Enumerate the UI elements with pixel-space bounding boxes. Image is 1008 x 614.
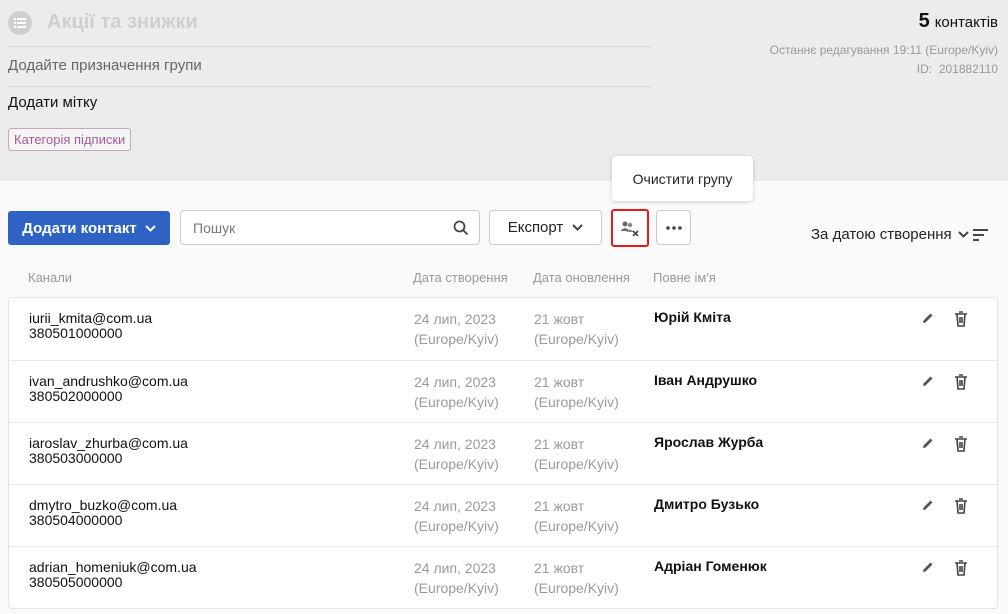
column-header-channels: Канали [28,270,73,285]
updated-date: 21 жовт (Europe/Kyiv) [534,560,619,596]
export-button[interactable]: Експорт [489,210,602,245]
updated-date: 21 жовт (Europe/Kyiv) [534,436,619,472]
group-title[interactable]: Акції та знижки [47,11,198,34]
pencil-icon[interactable] [921,560,935,574]
contact-phone: 380503000000 [29,450,123,466]
tag-chip[interactable]: Категорія підписки [8,128,132,151]
sort-lines-icon[interactable] [973,229,989,241]
list-icon [8,11,32,35]
divider [8,46,652,47]
contact-phone: 380505000000 [29,574,123,590]
clear-group-tooltip: Очистити групу [612,156,753,201]
created-date: 24 лип, 2023 (Europe/Kyiv) [414,560,499,596]
contact-email: iaroslav_zhurba@com.ua [29,435,188,451]
contact-name: Іван Андрушко [654,372,758,388]
last-edited-text: Останнє редагування 19:11 (Europe/Kyiv) [769,43,998,57]
updated-date: 21 жовт (Europe/Kyiv) [534,311,619,347]
group-id-value: 201882110 [938,62,998,76]
updated-date: 21 жовт (Europe/Kyiv) [534,498,619,534]
contact-email: dmytro_buzko@com.ua [29,497,178,513]
more-horizontal-icon [665,225,682,230]
contact-count-label: контактів [934,14,998,31]
trash-icon[interactable] [952,373,970,391]
table-row[interactable]: iaroslav_zhurba@com.ua 380503000000 24 л… [9,422,997,484]
divider [8,86,652,87]
clear-group-button[interactable] [611,209,649,247]
pencil-icon[interactable] [921,498,935,512]
group-id: ID: 201882110 [917,62,998,76]
contact-email: adrian_homeniuk@com.ua [29,559,197,575]
contact-email: ivan_andrushko@com.ua [29,373,188,389]
contact-name: Ярослав Журба [654,434,764,450]
created-date: 24 лип, 2023 (Europe/Kyiv) [414,311,499,347]
trash-icon[interactable] [952,310,970,328]
sort-dropdown[interactable]: За датою створення [811,226,969,243]
users-remove-icon [620,221,639,236]
pencil-icon[interactable] [921,311,935,325]
updated-date: 21 жовт (Europe/Kyiv) [534,374,619,410]
contacts-table: iurii_kmita@com.ua 380501000000 24 лип, … [8,297,998,609]
search-box[interactable] [180,210,480,245]
table-row[interactable]: dmytro_buzko@com.ua 380504000000 24 лип,… [9,484,997,546]
column-header-updated[interactable]: Дата оновлення [533,270,630,285]
group-purpose-field[interactable]: Додайте призначення групи [8,57,202,74]
contact-name: Юрій Кміта [654,309,731,325]
group-id-label: ID: [916,62,933,76]
created-date: 24 лип, 2023 (Europe/Kyiv) [414,498,499,534]
search-icon[interactable] [453,220,469,236]
contact-phone: 380504000000 [29,512,123,528]
add-contact-label: Додати контакт [22,219,137,237]
contact-phone: 380502000000 [29,388,123,404]
chevron-down-icon [572,224,584,231]
created-date: 24 лип, 2023 (Europe/Kyiv) [414,374,499,410]
trash-icon[interactable] [952,559,970,577]
group-header: Акції та знижки Додайте призначення груп… [0,0,1008,181]
sort-label: За датою створення [811,226,952,243]
add-contact-button[interactable]: Додати контакт [8,211,170,245]
contact-count: 5 контактів [919,10,998,33]
column-header-created[interactable]: Дата створення [413,270,508,285]
chevron-down-icon [957,231,969,238]
table-row[interactable]: iurii_kmita@com.ua 380501000000 24 лип, … [9,298,997,360]
chevron-down-icon [145,224,156,232]
trash-icon[interactable] [952,435,970,453]
contact-name: Дмитро Бузько [654,496,760,512]
pencil-icon[interactable] [921,436,935,450]
add-tag-link[interactable]: Додати мітку [8,94,97,111]
contact-name: Адріан Гоменюк [654,558,767,574]
pencil-icon[interactable] [921,374,935,388]
export-label: Експорт [507,219,564,236]
created-date: 24 лип, 2023 (Europe/Kyiv) [414,436,499,472]
contact-phone: 380501000000 [29,325,123,341]
trash-icon[interactable] [952,497,970,515]
contact-count-number: 5 [918,10,930,32]
search-input[interactable] [193,219,443,237]
column-header-fullname[interactable]: Повне ім'я [653,270,716,285]
contact-email: iurii_kmita@com.ua [29,310,153,326]
more-options-button[interactable] [656,210,691,245]
table-row[interactable]: ivan_andrushko@com.ua 380502000000 24 ли… [9,360,997,422]
table-row[interactable]: adrian_homeniuk@com.ua 380505000000 24 л… [9,546,997,608]
